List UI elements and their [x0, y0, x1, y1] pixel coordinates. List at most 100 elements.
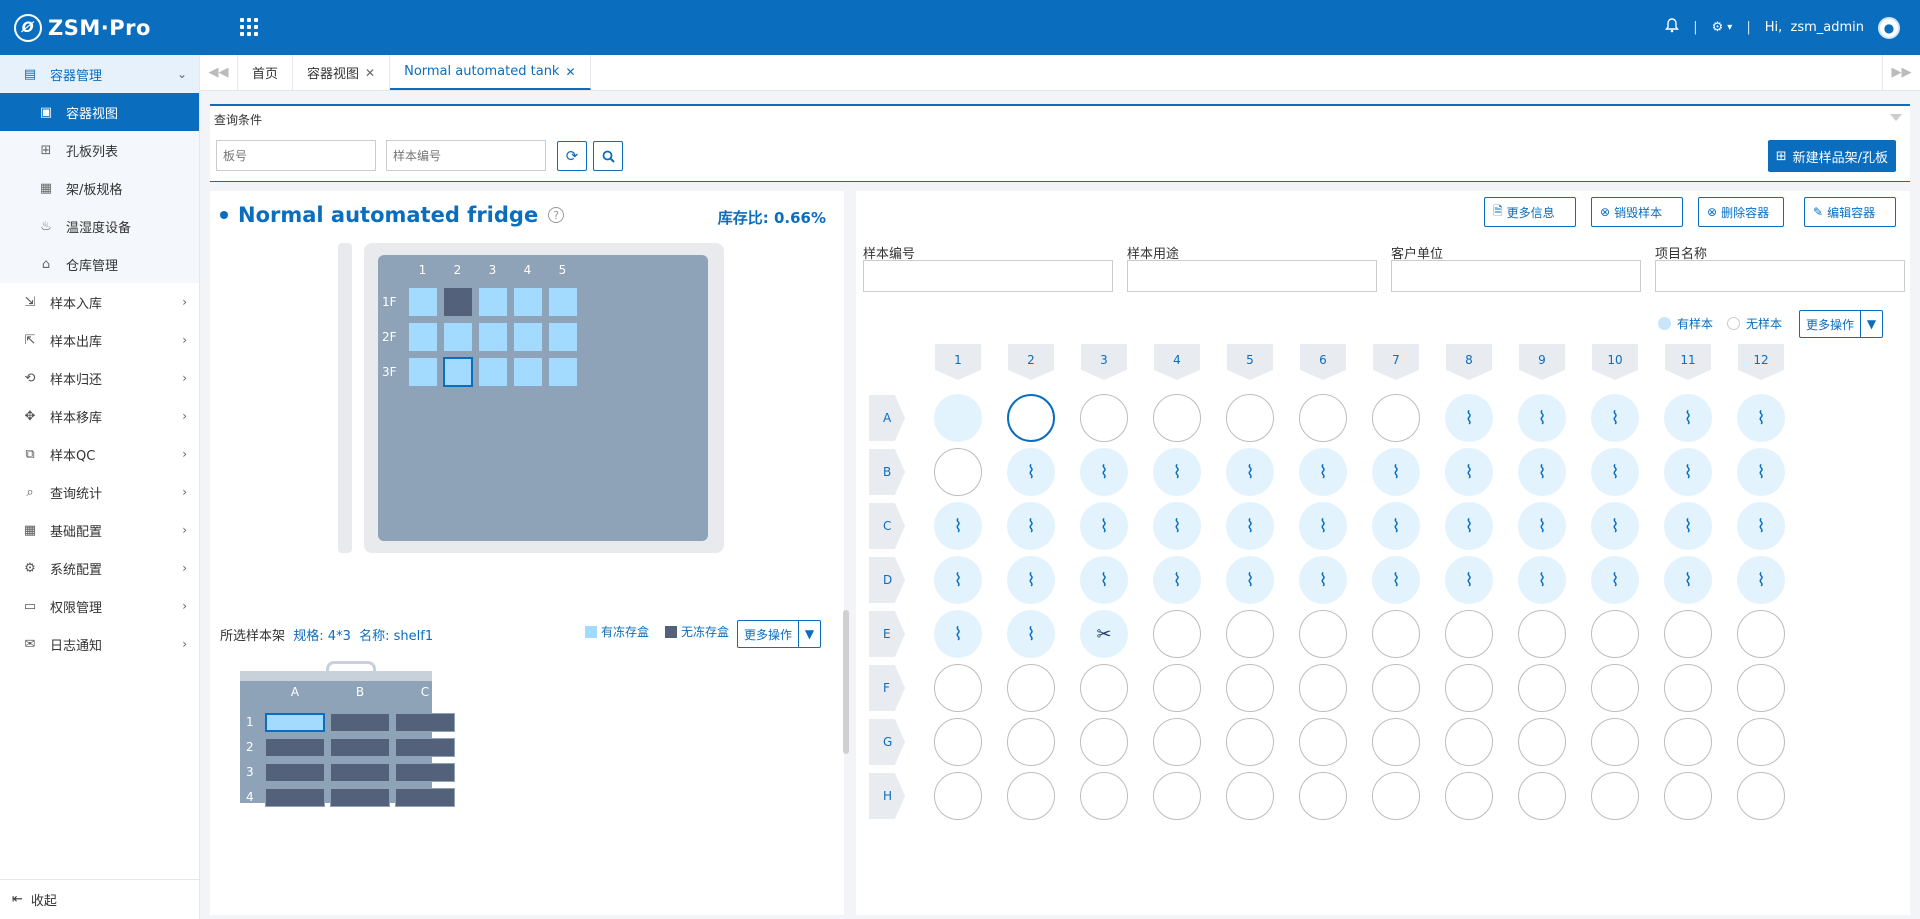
- plate-well-empty[interactable]: [1518, 772, 1566, 820]
- plate-well-sample[interactable]: ⌇: [1591, 448, 1639, 496]
- plate-well-empty[interactable]: [1153, 772, 1201, 820]
- filter-field-input[interactable]: [1391, 260, 1641, 292]
- plate-well-sample[interactable]: ⌇: [1591, 394, 1639, 442]
- left-scrollbar[interactable]: [843, 610, 849, 754]
- plate-well-sample[interactable]: ⌇: [1080, 448, 1128, 496]
- settings-dropdown[interactable]: ⚙ ▾: [1712, 20, 1733, 35]
- plate-well-sample-dna[interactable]: ✂: [1080, 610, 1128, 658]
- avatar-icon[interactable]: ●: [1878, 16, 1900, 39]
- plate-well-empty[interactable]: [1299, 718, 1347, 766]
- plate-well-empty[interactable]: [1372, 664, 1420, 712]
- fridge-shelf-cell[interactable]: [478, 357, 508, 387]
- plate-well-empty[interactable]: [1445, 718, 1493, 766]
- plate-well-sample[interactable]: ⌇: [1299, 556, 1347, 604]
- plate-well-empty[interactable]: [1080, 394, 1128, 442]
- rack-box-cell[interactable]: [330, 788, 390, 807]
- tab[interactable]: 容器视图 ✕: [293, 55, 391, 90]
- sidebar-group[interactable]: ✥ 样本移库 ›: [0, 397, 199, 435]
- plate-well-empty[interactable]: [1080, 718, 1128, 766]
- fridge-shelf-cell[interactable]: [408, 357, 438, 387]
- plate-well-sample[interactable]: ⌇: [1007, 502, 1055, 550]
- rack-box-cell[interactable]: [395, 713, 455, 732]
- plate-well-sample[interactable]: ⌇: [1153, 502, 1201, 550]
- plate-well-empty[interactable]: [1153, 394, 1201, 442]
- tab-scroll-right-icon[interactable]: ▶▶: [1882, 55, 1920, 90]
- search-button[interactable]: [593, 141, 623, 171]
- plate-well-sample[interactable]: ⌇: [1372, 556, 1420, 604]
- plate-well-empty[interactable]: [1591, 772, 1639, 820]
- plate-well-empty[interactable]: [1226, 772, 1274, 820]
- plate-well-sample[interactable]: ⌇: [934, 502, 982, 550]
- plate-well-sample[interactable]: ⌇: [1226, 448, 1274, 496]
- fridge-shelf-cell[interactable]: [513, 322, 543, 352]
- caret-down-icon[interactable]: ▼: [1860, 311, 1882, 337]
- plate-well-empty[interactable]: [1664, 664, 1712, 712]
- sidebar-item[interactable]: ⊞ 孔板列表: [0, 131, 199, 169]
- rack-box-cell[interactable]: [265, 738, 325, 757]
- sidebar-group[interactable]: ⟲ 样本归还 ›: [0, 359, 199, 397]
- rack-box-cell[interactable]: [265, 763, 325, 782]
- fridge-shelf-cell[interactable]: [443, 287, 473, 317]
- plate-well-empty[interactable]: [934, 772, 982, 820]
- radio-has-sample-dot[interactable]: [1658, 317, 1671, 330]
- plate-well-empty[interactable]: [1518, 718, 1566, 766]
- caret-down-icon[interactable]: ▼: [798, 621, 820, 647]
- tab[interactable]: 首页: [238, 55, 294, 90]
- plate-well-empty[interactable]: [1518, 610, 1566, 658]
- plate-well-sample[interactable]: ⌇: [1445, 448, 1493, 496]
- plate-well-empty[interactable]: [1445, 610, 1493, 658]
- plate-well-empty[interactable]: [1007, 772, 1055, 820]
- plate-well-empty[interactable]: [1737, 772, 1785, 820]
- plate-well-empty[interactable]: [1226, 664, 1274, 712]
- sidebar-group[interactable]: ⚙ 系统配置 ›: [0, 549, 199, 587]
- sidebar-item[interactable]: ▦ 架/板规格: [0, 169, 199, 207]
- plate-well-empty[interactable]: [1591, 664, 1639, 712]
- plate-well-empty[interactable]: [1372, 610, 1420, 658]
- plate-well-empty[interactable]: [1080, 664, 1128, 712]
- sidebar-group[interactable]: ✉ 日志通知 ›: [0, 625, 199, 663]
- plate-well-empty[interactable]: [1153, 718, 1201, 766]
- plate-well-empty[interactable]: [1737, 610, 1785, 658]
- plate-well-empty[interactable]: [1518, 664, 1566, 712]
- plate-well-sample[interactable]: ⌇: [1226, 556, 1274, 604]
- plate-well-sample[interactable]: ⌇: [1372, 502, 1420, 550]
- plate-well-sample[interactable]: ⌇: [1445, 394, 1493, 442]
- filter-field-input[interactable]: [1655, 260, 1905, 292]
- plate-well-empty[interactable]: [1080, 772, 1128, 820]
- plate-well-empty[interactable]: [1664, 610, 1712, 658]
- plate-well-empty[interactable]: [1737, 718, 1785, 766]
- plate-well-empty[interactable]: [1664, 772, 1712, 820]
- fridge-shelf-cell[interactable]: [478, 322, 508, 352]
- sidebar-group[interactable]: ▭ 权限管理 ›: [0, 587, 199, 625]
- sidebar-group[interactable]: ⧉ 样本QC ›: [0, 435, 199, 473]
- plate-well-sample[interactable]: ⌇: [934, 610, 982, 658]
- new-rack-plate-button[interactable]: ⊞ 新建样品架/孔板: [1767, 140, 1896, 172]
- radio-no-sample[interactable]: 无样本: [1727, 315, 1782, 332]
- plate-well-empty[interactable]: [1299, 610, 1347, 658]
- plate-well-sample[interactable]: ⌇: [1153, 556, 1201, 604]
- plate-well-sample[interactable]: ⌇: [1226, 502, 1274, 550]
- plate-well-sample[interactable]: ⌇: [1518, 556, 1566, 604]
- filter-field-input[interactable]: [1127, 260, 1377, 292]
- plate-well-sample[interactable]: ⌇: [1007, 610, 1055, 658]
- fridge-shelf-cell[interactable]: [478, 287, 508, 317]
- fridge-shelf-cell[interactable]: [548, 322, 578, 352]
- plate-well-sample[interactable]: ⌇: [934, 556, 982, 604]
- plate-well-sample[interactable]: ⌇: [1737, 502, 1785, 550]
- sidebar-item[interactable]: ▣ 容器视图: [0, 93, 199, 131]
- plate-well-empty[interactable]: [1737, 664, 1785, 712]
- plate-well-sample[interactable]: ⌇: [1737, 556, 1785, 604]
- shelf-more-ops-button[interactable]: 更多操作 ▼: [737, 620, 822, 648]
- plate-well-empty[interactable]: [1591, 718, 1639, 766]
- plate-well-empty[interactable]: [1372, 394, 1420, 442]
- plate-well-sample[interactable]: ⌇: [1518, 448, 1566, 496]
- sidebar-group[interactable]: ⇲ 样本入库 ›: [0, 283, 199, 321]
- plate-well-filled[interactable]: [934, 394, 982, 442]
- collapse-button[interactable]: ⇤ 收起: [0, 879, 200, 919]
- fridge-shelf-cell[interactable]: [513, 357, 543, 387]
- plate-well-empty[interactable]: [1299, 772, 1347, 820]
- plate-well-sample[interactable]: ⌇: [1007, 448, 1055, 496]
- plate-well-empty[interactable]: [1299, 664, 1347, 712]
- plate-well-sample[interactable]: ⌇: [1591, 556, 1639, 604]
- plate-well-empty[interactable]: [1591, 610, 1639, 658]
